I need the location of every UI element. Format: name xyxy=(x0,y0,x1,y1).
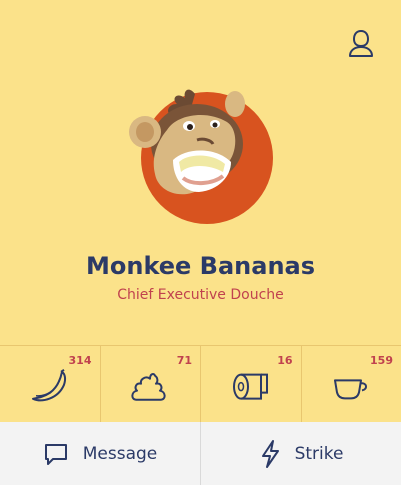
strike-button[interactable]: Strike xyxy=(201,422,401,485)
lightning-bolt-icon xyxy=(261,439,279,468)
toilet-paper-icon xyxy=(232,373,268,400)
profile-card: Monkee Bananas Chief Executive Douche 31… xyxy=(0,0,401,485)
stat-count: 71 xyxy=(176,354,192,367)
avatar xyxy=(127,82,275,230)
stat-coffee[interactable]: 159 xyxy=(302,346,401,423)
stat-count: 16 xyxy=(277,354,293,367)
user-profile-icon[interactable] xyxy=(347,28,375,58)
profile-title: Chief Executive Douche xyxy=(117,287,284,303)
stat-count: 314 xyxy=(68,354,92,367)
action-bar: Message Strike xyxy=(0,422,401,485)
banana-icon xyxy=(31,368,66,401)
stat-poop[interactable]: 71 xyxy=(101,346,201,423)
speech-bubble-icon xyxy=(44,443,67,465)
stat-count: 159 xyxy=(370,354,393,367)
stat-toilet-paper[interactable]: 16 xyxy=(201,346,302,423)
coffee-cup-icon xyxy=(334,378,368,399)
stat-bananas[interactable]: 314 xyxy=(0,346,101,423)
stats-bar: 314 71 16 159 xyxy=(0,345,401,423)
poop-icon xyxy=(131,372,166,401)
profile-name: Monkee Bananas xyxy=(85,252,316,280)
message-button[interactable]: Message xyxy=(0,422,201,485)
message-label: Message xyxy=(82,443,158,464)
strike-label: Strike xyxy=(294,443,344,464)
